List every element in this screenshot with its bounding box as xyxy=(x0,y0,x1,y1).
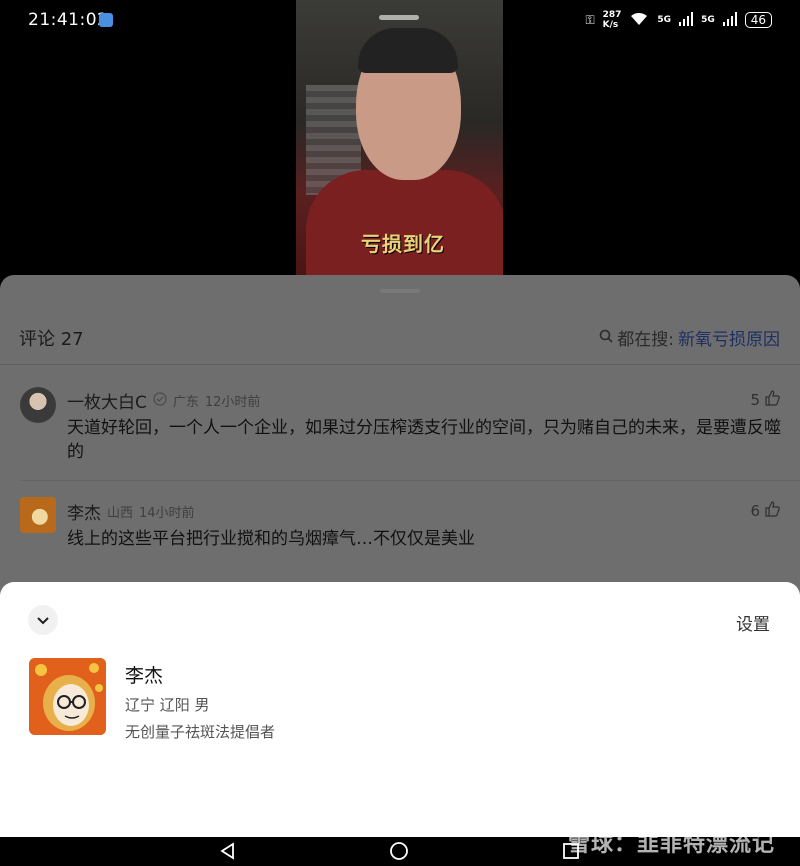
comment-location: 广东 xyxy=(172,395,199,410)
video-person-hair xyxy=(358,28,458,73)
collapse-button[interactable] xyxy=(28,605,58,635)
comment-username[interactable]: 李杰 xyxy=(67,499,101,524)
home-icon[interactable] xyxy=(389,841,409,865)
comments-panel: 评论 27 都在搜: 新氧亏损原因 一枚大白C 广东 12小时前 5 天道好轮回… xyxy=(0,275,800,605)
divider xyxy=(20,480,800,481)
comment-item[interactable]: 李杰 山西 14小时前 6 线上的这些平台把行业搅和的乌烟瘴气…不仅仅是美业 xyxy=(0,493,800,563)
search-term[interactable]: 新氧亏损原因 xyxy=(678,325,780,350)
avatar[interactable] xyxy=(20,497,56,533)
comment-time: 14小时前 xyxy=(139,506,195,521)
like-count: 6 xyxy=(750,502,760,520)
like-count: 5 xyxy=(750,391,760,409)
signal-icon xyxy=(679,11,694,29)
comment-text: 线上的这些平台把行业搅和的乌烟瘴气…不仅仅是美业 xyxy=(67,529,475,549)
search-suggestion[interactable]: 都在搜: 新氧亏损原因 xyxy=(599,325,780,350)
signal-label-2: 5G xyxy=(701,15,715,25)
chevron-down-icon xyxy=(36,611,50,630)
search-prefix: 都在搜: xyxy=(617,330,674,350)
profile-name: 李杰 xyxy=(125,665,164,687)
net-speed-unit: K/s xyxy=(602,20,619,30)
net-speed-value: 287 xyxy=(602,10,622,20)
status-icons: ⚿ 287 K/s 5G 5G 46 xyxy=(585,10,772,30)
divider xyxy=(0,364,800,365)
signal-icon xyxy=(722,11,737,29)
profile-location: 辽宁 辽阳 男 xyxy=(125,696,210,714)
watermark: 雪球：韭菲特漂流记 xyxy=(567,832,775,857)
comment-item[interactable]: 一枚大白C 广东 12小时前 5 天道好轮回，一个人一个企业，如果过分压榨透支行… xyxy=(0,380,800,475)
avatar[interactable] xyxy=(20,387,56,423)
battery-icon: 46 xyxy=(744,12,772,28)
comment-username[interactable]: 一枚大白C xyxy=(67,388,147,413)
status-time: 21:41:02 xyxy=(28,10,109,30)
video-player[interactable]: 亏损到亿 xyxy=(296,0,503,275)
weather-icon xyxy=(99,13,113,27)
comment-time: 12小时前 xyxy=(204,395,261,410)
thumb-up-icon xyxy=(764,501,780,521)
video-caption: 亏损到亿 xyxy=(361,232,445,256)
key-icon: ⚿ xyxy=(585,12,595,27)
comments-title: 评论 27 xyxy=(19,329,84,350)
comment-text: 天道好轮回，一个人一个企业，如果过分压榨透支行业的空间，只为赌自己的未来，是要遭… xyxy=(67,418,781,462)
video-drag-handle[interactable] xyxy=(379,15,419,20)
profile-bio: 无创量子祛斑法提倡者 xyxy=(125,723,276,741)
verified-icon xyxy=(153,391,167,410)
comments-drag-handle[interactable] xyxy=(380,289,420,293)
net-speed: 287 K/s xyxy=(603,10,622,30)
comment-location: 山西 xyxy=(107,506,134,521)
wifi-icon xyxy=(629,11,649,30)
back-icon[interactable] xyxy=(218,841,238,865)
thumb-up-icon xyxy=(764,390,780,410)
video-person-shirt xyxy=(306,170,503,275)
like-button[interactable]: 5 xyxy=(750,390,780,410)
settings-button[interactable]: 设置 xyxy=(736,610,770,635)
search-icon xyxy=(599,328,613,348)
profile-sheet: 设置 李杰 辽宁 辽阳 男 无创量子祛斑法提倡者 xyxy=(0,582,800,837)
profile-avatar[interactable] xyxy=(29,658,106,735)
like-button[interactable]: 6 xyxy=(750,501,780,521)
signal-label-1: 5G xyxy=(657,15,672,25)
